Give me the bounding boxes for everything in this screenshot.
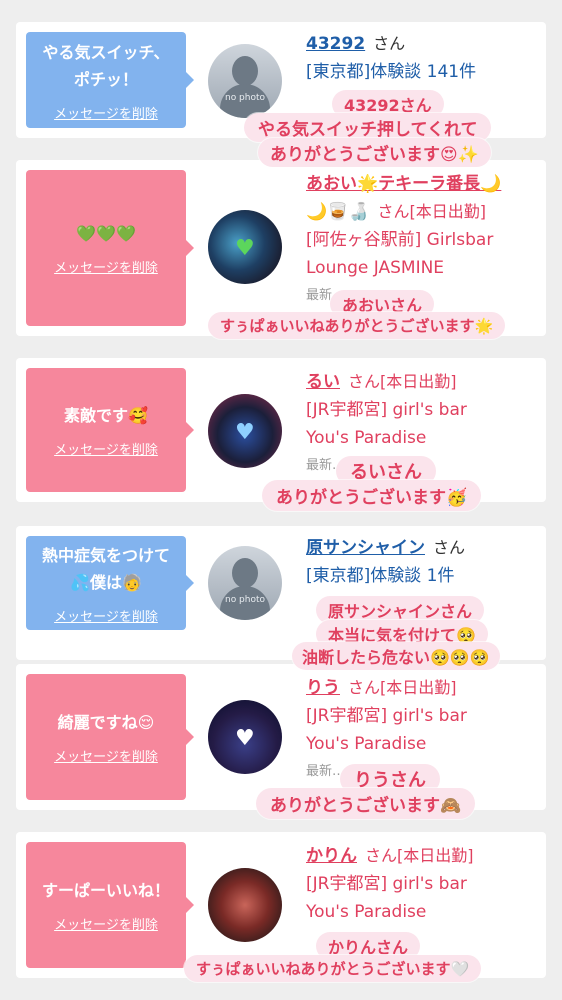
- shop-name-2: Lounge JASMINE: [306, 258, 445, 278]
- reply-message: すぅぱぁいいねありがとうございます🤍: [184, 955, 482, 982]
- reply-message: ありがとうございます🙈: [256, 788, 476, 819]
- message-text: やる気スイッチ、 ポチッ！: [42, 42, 170, 89]
- blue-heart-icon: ♥: [235, 420, 255, 445]
- message-bubble: 綺麗ですね😌 メッセージを削除: [26, 674, 194, 800]
- message-bubble: 素敵です🥰 メッセージを削除: [26, 368, 194, 492]
- user-info: あおい🌟テキーラ番長🌙 🌙🥃🍶 さん[本日出勤] [阿佐ヶ谷駅前] Girlsba…: [306, 170, 546, 310]
- message-bubble: 熱中症気をつけて 💦僕は🧓 メッセージを削除: [26, 536, 194, 630]
- delete-message-link[interactable]: メッセージを削除: [54, 746, 158, 765]
- message-text: すーぱーいいね！: [41, 881, 170, 900]
- user-silhouette-icon: [232, 558, 258, 588]
- shop-name: [JR宇都宮] girl's bar: [306, 706, 467, 726]
- reply-message-2: ありがとうございます😍✨: [258, 138, 491, 167]
- message-text: 熱中症気をつけて 💦僕は🧓: [41, 545, 170, 592]
- delete-message-link[interactable]: メッセージを削除: [54, 439, 158, 458]
- user-name-link[interactable]: 原サンシャイン: [306, 538, 425, 558]
- reply-message: ありがとうございます🥳: [262, 480, 482, 511]
- message-text: 素敵です🥰: [64, 406, 148, 425]
- white-heart-icon: ♥: [235, 726, 255, 751]
- user-name-link[interactable]: りう: [306, 678, 340, 698]
- user-info: かりん さん[本日出勤] [JR宇都宮] girl's bar You's Par…: [306, 842, 546, 926]
- message-bubble: 💚💚💚 メッセージを削除: [26, 170, 194, 326]
- avatar[interactable]: [208, 868, 282, 942]
- message-card: 💚💚💚 メッセージを削除 ♥ あおい🌟テキーラ番長🌙 🌙🥃🍶 さん[本日出勤] […: [16, 160, 546, 336]
- delete-message-link[interactable]: メッセージを削除: [54, 914, 158, 933]
- shop-name-2: You's Paradise: [306, 734, 427, 754]
- delete-message-link[interactable]: メッセージを削除: [54, 606, 158, 625]
- message-text: 綺麗ですね😌: [57, 713, 155, 732]
- user-name-link[interactable]: るい: [306, 372, 340, 392]
- avatar[interactable]: ♥: [208, 700, 282, 774]
- reply-message-2: 油断したら危ない🥺🥺🥺: [292, 642, 500, 670]
- green-heart-icon: ♥: [235, 236, 255, 261]
- user-silhouette-icon: [232, 56, 258, 86]
- user-name-link[interactable]: 43292: [306, 34, 365, 54]
- user-info: 43292 さん [東京都]体験談 141件: [306, 30, 546, 86]
- message-bubble: やる気スイッチ、 ポチッ！ メッセージを削除: [26, 32, 194, 128]
- shop-name: [阿佐ヶ谷駅前] Girlsbar: [306, 230, 494, 250]
- delete-message-link[interactable]: メッセージを削除: [54, 103, 158, 122]
- shop-name-2: You's Paradise: [306, 902, 427, 922]
- delete-message-link[interactable]: メッセージを削除: [54, 257, 158, 276]
- user-name-link[interactable]: あおい🌟テキーラ番長🌙: [306, 174, 501, 194]
- reply-message: すぅぱぁいいねありがとうございます🌟: [208, 312, 506, 339]
- avatar[interactable]: no photo: [208, 546, 282, 620]
- avatar[interactable]: ♥: [208, 394, 282, 468]
- message-bubble: すーぱーいいね！ メッセージを削除: [26, 842, 194, 968]
- user-name-link[interactable]: かりん: [306, 846, 357, 866]
- user-info: 原サンシャイン さん [東京都]体験談 1件: [306, 534, 546, 590]
- shop-name-2: You's Paradise: [306, 428, 427, 448]
- avatar[interactable]: ♥: [208, 210, 282, 284]
- shop-name: [JR宇都宮] girl's bar: [306, 874, 467, 894]
- shop-name: [JR宇都宮] girl's bar: [306, 400, 467, 420]
- user-area: [東京都]体験談 141件: [306, 62, 477, 82]
- avatar[interactable]: no photo: [208, 44, 282, 118]
- message-text: 💚💚💚: [76, 224, 136, 243]
- user-area: [東京都]体験談 1件: [306, 566, 455, 586]
